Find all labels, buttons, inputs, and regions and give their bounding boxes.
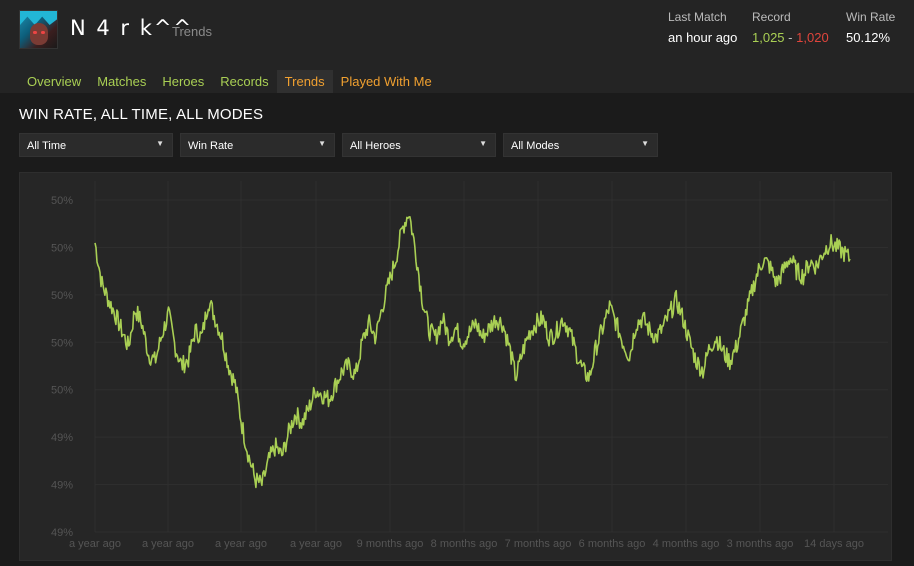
x-tick-label: 4 months ago (653, 538, 720, 550)
hero-filter-select[interactable]: All Heroes ▼ (342, 133, 496, 157)
record-losses: 1,020 (796, 30, 829, 45)
tab-matches[interactable]: Matches (89, 70, 154, 93)
tab-trends[interactable]: Trends (276, 70, 333, 93)
tab-heroes[interactable]: Heroes (154, 70, 212, 93)
win-rate-chart-svg: 50%50%50%50%50%49%49%49%a year ago a year… (51, 181, 888, 550)
last-match-value[interactable]: an hour ago (668, 30, 737, 45)
caret-down-icon: ▼ (641, 139, 649, 148)
last-match-label: Last Match (668, 10, 727, 24)
last-match-stat: Last Match an hour ago (668, 10, 737, 45)
y-tick-label: 50% (51, 242, 73, 254)
y-tick-label: 50% (51, 337, 73, 349)
time-filter-select[interactable]: All Time ▼ (19, 133, 173, 157)
profile-header: N 4 r k^^ Trends Last Match an hour ago … (0, 0, 914, 93)
win-rate-value: 50.12% (846, 30, 891, 45)
x-tick-label: 7 months ago (505, 538, 572, 550)
x-tick-label: a year ago (69, 538, 121, 550)
x-tick-label: a year ago (290, 538, 342, 550)
y-tick-label: 50% (51, 290, 73, 302)
win-rate-stat: Win Rate 50.12% (846, 10, 895, 45)
x-tick-label: 6 months ago (579, 538, 646, 550)
x-tick-label: 14 days ago (804, 538, 864, 550)
page-subtitle: Trends (172, 24, 212, 39)
metric-filter-value: Win Rate (188, 140, 234, 152)
tab-overview[interactable]: Overview (19, 70, 89, 93)
win-rate-label: Win Rate (846, 10, 896, 24)
time-filter-value: All Time (27, 140, 67, 152)
hero-filter-value: All Heroes (350, 140, 401, 152)
tab-records[interactable]: Records (212, 70, 276, 93)
x-tick-label: 8 months ago (431, 538, 498, 550)
caret-down-icon: ▼ (479, 139, 487, 148)
y-tick-label: 50% (51, 385, 73, 397)
section-title: WIN RATE, ALL TIME, ALL MODES (19, 106, 264, 123)
metric-filter-select[interactable]: Win Rate ▼ (180, 133, 335, 157)
x-tick-label: 9 months ago (357, 538, 424, 550)
mode-filter-value: All Modes (511, 140, 560, 152)
player-avatar[interactable] (19, 10, 58, 49)
caret-down-icon: ▼ (318, 139, 326, 148)
record-wins: 1,025 (752, 30, 785, 45)
win-rate-series-line[interactable] (94, 216, 851, 489)
tab-played-with-me[interactable]: Played With Me (333, 70, 440, 93)
profile-tabs: Overview Matches Heroes Records Trends P… (19, 70, 440, 93)
mode-filter-select[interactable]: All Modes ▼ (503, 133, 658, 157)
record-value: 1,025 - 1,020 (752, 30, 829, 45)
x-tick-label: a year ago (142, 538, 194, 550)
record-label: Record (752, 10, 791, 24)
y-tick-label: 49% (51, 480, 73, 492)
win-rate-chart: 50% 50% 50% 50% 50% 49% 49% 49% a year ago a year… (19, 172, 892, 561)
x-tick-label: 3 months ago (727, 538, 794, 550)
caret-down-icon: ▼ (156, 139, 164, 148)
record-stat: Record 1,025 - 1,020 (752, 10, 829, 45)
x-tick-label: a year ago (215, 538, 267, 550)
y-tick-label: 50% (51, 195, 73, 207)
y-tick-label: 49% (51, 432, 73, 444)
record-separator: - (788, 30, 793, 45)
